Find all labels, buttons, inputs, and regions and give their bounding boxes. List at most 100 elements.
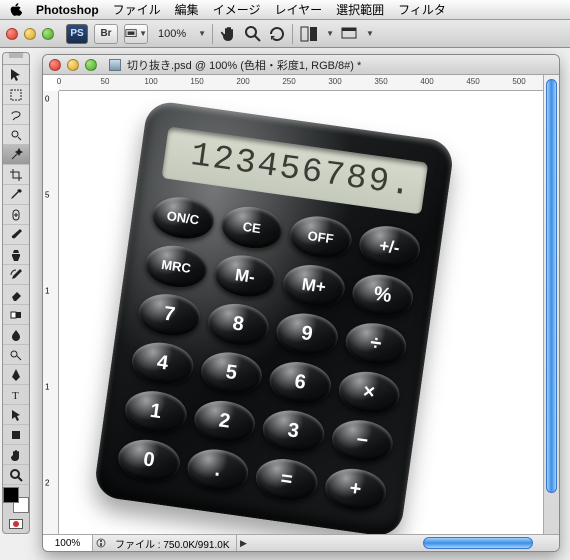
zoom-level[interactable]: 100% [154, 28, 190, 40]
status-zoom-field[interactable]: 100% [43, 535, 93, 551]
screen-mode-icon[interactable] [340, 25, 358, 43]
calc-key-1: 1 [122, 387, 189, 436]
hand-tool-icon[interactable] [220, 25, 238, 43]
menubar-item-file[interactable]: ファイル [113, 1, 161, 18]
tool-brush[interactable] [3, 225, 29, 245]
tool-gradient[interactable] [3, 305, 29, 325]
tool-history-brush[interactable] [3, 265, 29, 285]
calc-key-: +/- [356, 222, 423, 271]
screen-mode-dropdown-icon[interactable]: ▼ [366, 29, 374, 38]
tool-magic-wand[interactable] [3, 145, 29, 165]
menubar-item-layer[interactable]: レイヤー [274, 1, 322, 18]
app-toolbar: PS Br ▼ 100% ▼ ▼ ▼ [0, 20, 570, 48]
tool-healing[interactable] [3, 205, 29, 225]
ruler-tick: 450 [466, 77, 479, 86]
palette-grip[interactable] [3, 53, 29, 65]
document-titlebar[interactable]: 切り抜き.psd @ 100% (色相・彩度1, RGB/8#) * [43, 55, 559, 75]
menubar-item-edit[interactable]: 編集 [175, 1, 199, 18]
ruler-tick: 300 [328, 77, 341, 86]
tool-eyedropper[interactable] [3, 185, 29, 205]
tool-move[interactable] [3, 65, 29, 85]
canvas[interactable]: 123456789. ON/CCEOFF+/-MRCM-M+%789÷456×1… [59, 91, 543, 534]
status-file-size[interactable]: ファイル : 750.0K/991.0K [109, 535, 237, 551]
quick-mask-button[interactable] [3, 515, 29, 533]
vertical-scrollbar[interactable] [543, 75, 559, 535]
screen-mode-button[interactable]: ▼ [124, 24, 148, 44]
ruler-tick: 500 [512, 77, 525, 86]
ruler-tick: 350 [374, 77, 387, 86]
ruler-tick: 0 [45, 95, 49, 104]
status-bar: 100% ファイル : 750.0K/991.0K ▶ [43, 534, 559, 551]
calc-key-9: 9 [274, 310, 341, 359]
color-swatches[interactable] [3, 487, 29, 513]
calc-key-: . [184, 446, 251, 495]
menubar-item-filter[interactable]: フィルタ [398, 1, 446, 18]
doc-close-icon[interactable] [49, 59, 61, 71]
ruler-tick: 2 [45, 479, 49, 488]
foreground-color-swatch[interactable] [3, 487, 19, 503]
document-window: 切り抜き.psd @ 100% (色相・彩度1, RGB/8#) * 05010… [42, 54, 560, 552]
ruler-tick: 200 [236, 77, 249, 86]
calc-key-: − [329, 416, 396, 465]
zoom-window-icon[interactable] [42, 28, 54, 40]
calc-key-m: M+ [280, 261, 347, 310]
tool-lasso[interactable] [3, 105, 29, 125]
arrange-documents-icon[interactable] [300, 25, 318, 43]
tool-hand[interactable] [3, 445, 29, 465]
tool-path-select[interactable] [3, 405, 29, 425]
rotate-view-icon[interactable] [268, 25, 286, 43]
tool-marquee[interactable] [3, 85, 29, 105]
ruler-tick: 1 [45, 383, 49, 392]
separator [212, 24, 214, 44]
menubar-app-name[interactable]: Photoshop [36, 3, 99, 17]
document-traffic-lights [49, 59, 97, 71]
close-window-icon[interactable] [6, 28, 18, 40]
calc-key-off: OFF [287, 213, 354, 262]
ruler-tick: 0 [57, 77, 61, 86]
calc-key-onc: ON/C [150, 193, 217, 242]
zoom-tool-icon[interactable] [244, 25, 262, 43]
calc-key-: × [336, 368, 403, 417]
calc-key-8: 8 [205, 300, 272, 349]
tool-eraser[interactable] [3, 285, 29, 305]
bridge-button[interactable]: Br [94, 24, 118, 44]
tool-pen[interactable] [3, 365, 29, 385]
menubar-item-select[interactable]: 選択範囲 [336, 1, 384, 18]
tool-type[interactable]: T [3, 385, 29, 405]
menubar-item-image[interactable]: イメージ [213, 1, 261, 18]
ruler-tick: 100 [144, 77, 157, 86]
horizontal-ruler[interactable]: 050100150200250300350400450500 [59, 75, 543, 91]
mac-menubar: Photoshop ファイル 編集 イメージ レイヤー 選択範囲 フィルタ [0, 0, 570, 20]
horizontal-scroll-thumb[interactable] [423, 537, 533, 549]
tool-blur[interactable] [3, 325, 29, 345]
work-area: T 切り抜き.psd @ 100% (色相・彩度1, RGB/8#) * 050… [0, 48, 570, 560]
doc-zoom-icon[interactable] [85, 59, 97, 71]
tool-quick-select[interactable] [3, 125, 29, 145]
vertical-ruler[interactable]: 05112 [43, 91, 59, 535]
calculator-keys: ON/CCEOFF+/-MRCM-M+%789÷456×123−0.=+ [116, 193, 423, 514]
ruler-tick: 50 [101, 77, 110, 86]
status-info-icon[interactable] [93, 538, 109, 548]
minimize-window-icon[interactable] [24, 28, 36, 40]
ruler-tick: 250 [282, 77, 295, 86]
tool-clone[interactable] [3, 245, 29, 265]
status-menu-arrow-icon[interactable]: ▶ [237, 538, 251, 549]
ruler-tick: 5 [45, 191, 49, 200]
tools-palette: T [2, 52, 30, 534]
zoom-dropdown-icon[interactable]: ▼ [198, 29, 206, 38]
apple-logo-icon [10, 3, 22, 17]
tool-zoom[interactable] [3, 465, 29, 485]
calc-key-5: 5 [198, 349, 265, 398]
arrange-dropdown-icon[interactable]: ▼ [326, 29, 334, 38]
ruler-tick: 400 [420, 77, 433, 86]
tool-dodge[interactable] [3, 345, 29, 365]
vertical-scroll-thumb[interactable] [546, 79, 557, 493]
tool-shape[interactable] [3, 425, 29, 445]
tool-crop[interactable] [3, 165, 29, 185]
calculator-image: 123456789. ON/CCEOFF+/-MRCM-M+%789÷456×1… [93, 99, 456, 534]
calc-key-3: 3 [260, 407, 327, 456]
ps-home-button[interactable]: PS [66, 24, 88, 44]
doc-minimize-icon[interactable] [67, 59, 79, 71]
calc-key-6: 6 [267, 358, 334, 407]
calc-key-2: 2 [191, 397, 258, 446]
